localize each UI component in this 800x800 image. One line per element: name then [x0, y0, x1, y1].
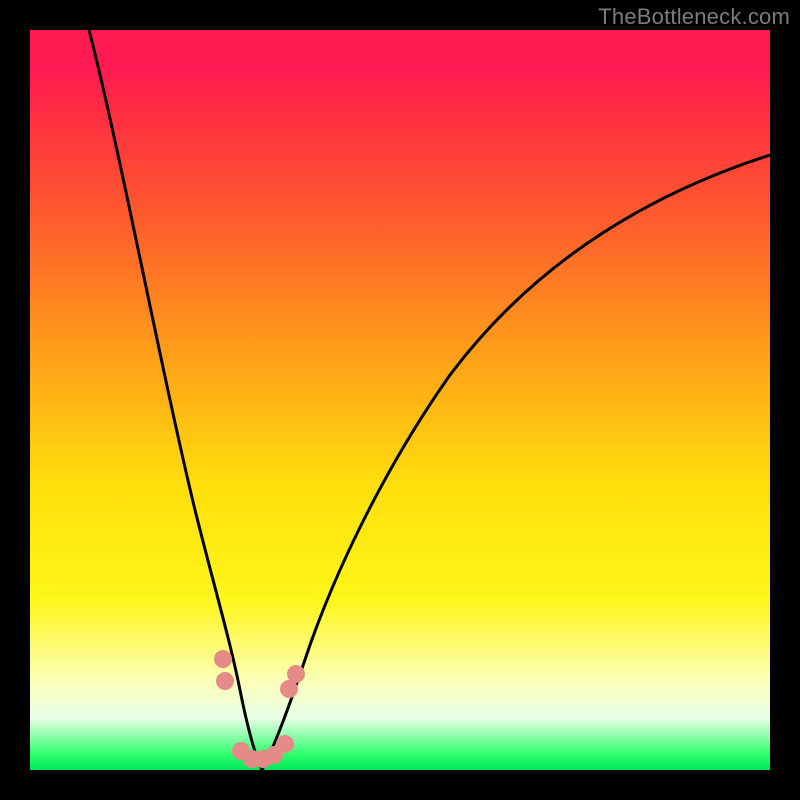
watermark-text: TheBottleneck.com	[598, 4, 790, 30]
marker-dot	[214, 650, 232, 668]
bottleneck-curve	[30, 30, 770, 770]
marker-dots	[214, 650, 305, 768]
marker-dot	[287, 665, 305, 683]
plot-area	[30, 30, 770, 770]
marker-dot	[276, 735, 294, 753]
marker-dot	[216, 672, 234, 690]
chart-frame: TheBottleneck.com	[0, 0, 800, 800]
curve-left-branch	[89, 30, 262, 770]
curve-right-branch	[262, 155, 770, 770]
